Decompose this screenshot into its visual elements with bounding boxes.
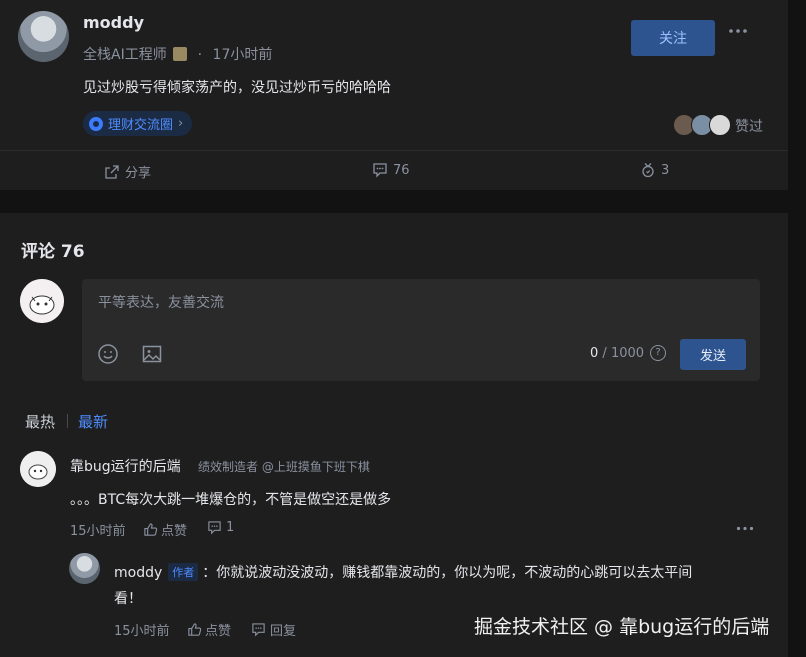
post-divider: [0, 150, 788, 151]
topic-label: 理财交流圈: [108, 118, 174, 133]
comment-author-name[interactable]: 靠bug运行的后端: [70, 456, 181, 476]
meta-separator: ·: [197, 47, 203, 63]
like-button[interactable]: 3: [640, 162, 669, 178]
image-icon[interactable]: [141, 343, 163, 365]
author-badge: 作者: [168, 563, 199, 581]
comment-editor: 0 / 1000 ? 发送: [82, 279, 760, 381]
comment-author-avatar[interactable]: [20, 451, 56, 487]
post-author-avatar[interactable]: [18, 11, 69, 62]
comment-author-title: 绩效制造者 @上班摸鱼下班下棋: [198, 460, 370, 474]
reply-text-line2: 看！: [114, 591, 142, 607]
share-button[interactable]: 分享: [104, 162, 151, 181]
emoji-icon[interactable]: [97, 343, 119, 365]
comment-reply-count: 1: [226, 520, 235, 535]
post-author-name[interactable]: moddy: [83, 13, 144, 32]
comment-like-button[interactable]: 点赞: [143, 520, 187, 539]
comment-like-label: 点赞: [161, 524, 188, 539]
send-button[interactable]: 发送: [680, 339, 746, 370]
reply-like-button[interactable]: 点赞: [187, 620, 231, 639]
role-badge-icon: [173, 47, 188, 61]
post-meta: 全栈AI工程师 · 17小时前: [83, 44, 272, 64]
char-count-current: 0: [590, 346, 599, 361]
post-author-role: 全栈AI工程师: [83, 47, 167, 63]
chevron-right-icon: ›: [178, 116, 184, 131]
comment-input[interactable]: [96, 291, 740, 315]
reply-reply-label: 回复: [270, 624, 297, 639]
comments-title: 评论 76: [21, 242, 85, 262]
comment-more-icon[interactable]: [736, 526, 754, 531]
thumbs-up-icon: [144, 523, 158, 536]
like-medal-icon: [642, 163, 654, 178]
topic-tag[interactable]: 理财交流圈 ›: [83, 111, 193, 136]
liker-avatar: [709, 114, 731, 136]
help-icon[interactable]: ?: [650, 345, 666, 361]
sort-hot-tab[interactable]: 最热: [25, 411, 55, 432]
comment-icon: [252, 623, 265, 637]
liked-avatars[interactable]: [673, 114, 731, 136]
sort-new-tab[interactable]: 最新: [78, 411, 108, 432]
char-counter: 0 / 1000: [590, 346, 644, 361]
reply-time: 15小时前: [114, 624, 170, 639]
more-dots-icon[interactable]: [728, 28, 748, 34]
current-user-avatar: [20, 279, 64, 323]
like-count: 3: [661, 162, 670, 178]
watermark: 掘金技术社区 @ 靠bug运行的后端: [474, 616, 770, 638]
comment-icon: [373, 163, 387, 178]
comment-time: 15小时前: [70, 524, 126, 539]
reply-reply-button[interactable]: 回复: [251, 620, 296, 639]
comment-icon: [208, 521, 221, 535]
reply-like-label: 点赞: [205, 624, 232, 639]
comment-text: 。。。BTC每次大跳一堆爆仓的，不管是做空还是做多: [70, 492, 392, 508]
reply-text-line1: ：你就说波动没波动，赚钱都靠波动的，你以为呢，不波动的心跳可以去太平间: [202, 565, 693, 581]
post-time: 17小时前: [212, 47, 273, 63]
char-count-separator: /: [602, 346, 607, 361]
share-label: 分享: [125, 166, 152, 181]
sort-divider: [67, 414, 68, 428]
topic-circle-icon: [89, 116, 103, 131]
reply-author-name[interactable]: moddy: [114, 565, 162, 581]
liked-label: 赞过: [735, 119, 763, 135]
thumbs-up-icon: [188, 623, 202, 636]
post-card: moddy 全栈AI工程师 · 17小时前 关注 见过炒股亏得倾家荡产的，没见过…: [0, 0, 788, 190]
share-icon: [105, 164, 119, 179]
comment-button[interactable]: 76: [372, 162, 410, 178]
reply-body: moddy 作者 ：你就说波动没波动，赚钱都靠波动的，你以为呢，不波动的心跳可以去太…: [114, 562, 692, 582]
reply-author-avatar[interactable]: [69, 553, 100, 584]
comment-count: 76: [393, 162, 410, 178]
follow-button[interactable]: 关注: [631, 20, 715, 56]
post-content: 见过炒股亏得倾家荡产的，没见过炒币亏的哈哈哈: [83, 80, 391, 96]
comment-reply-button[interactable]: 1: [207, 520, 234, 535]
char-count-max: 1000: [610, 346, 645, 361]
